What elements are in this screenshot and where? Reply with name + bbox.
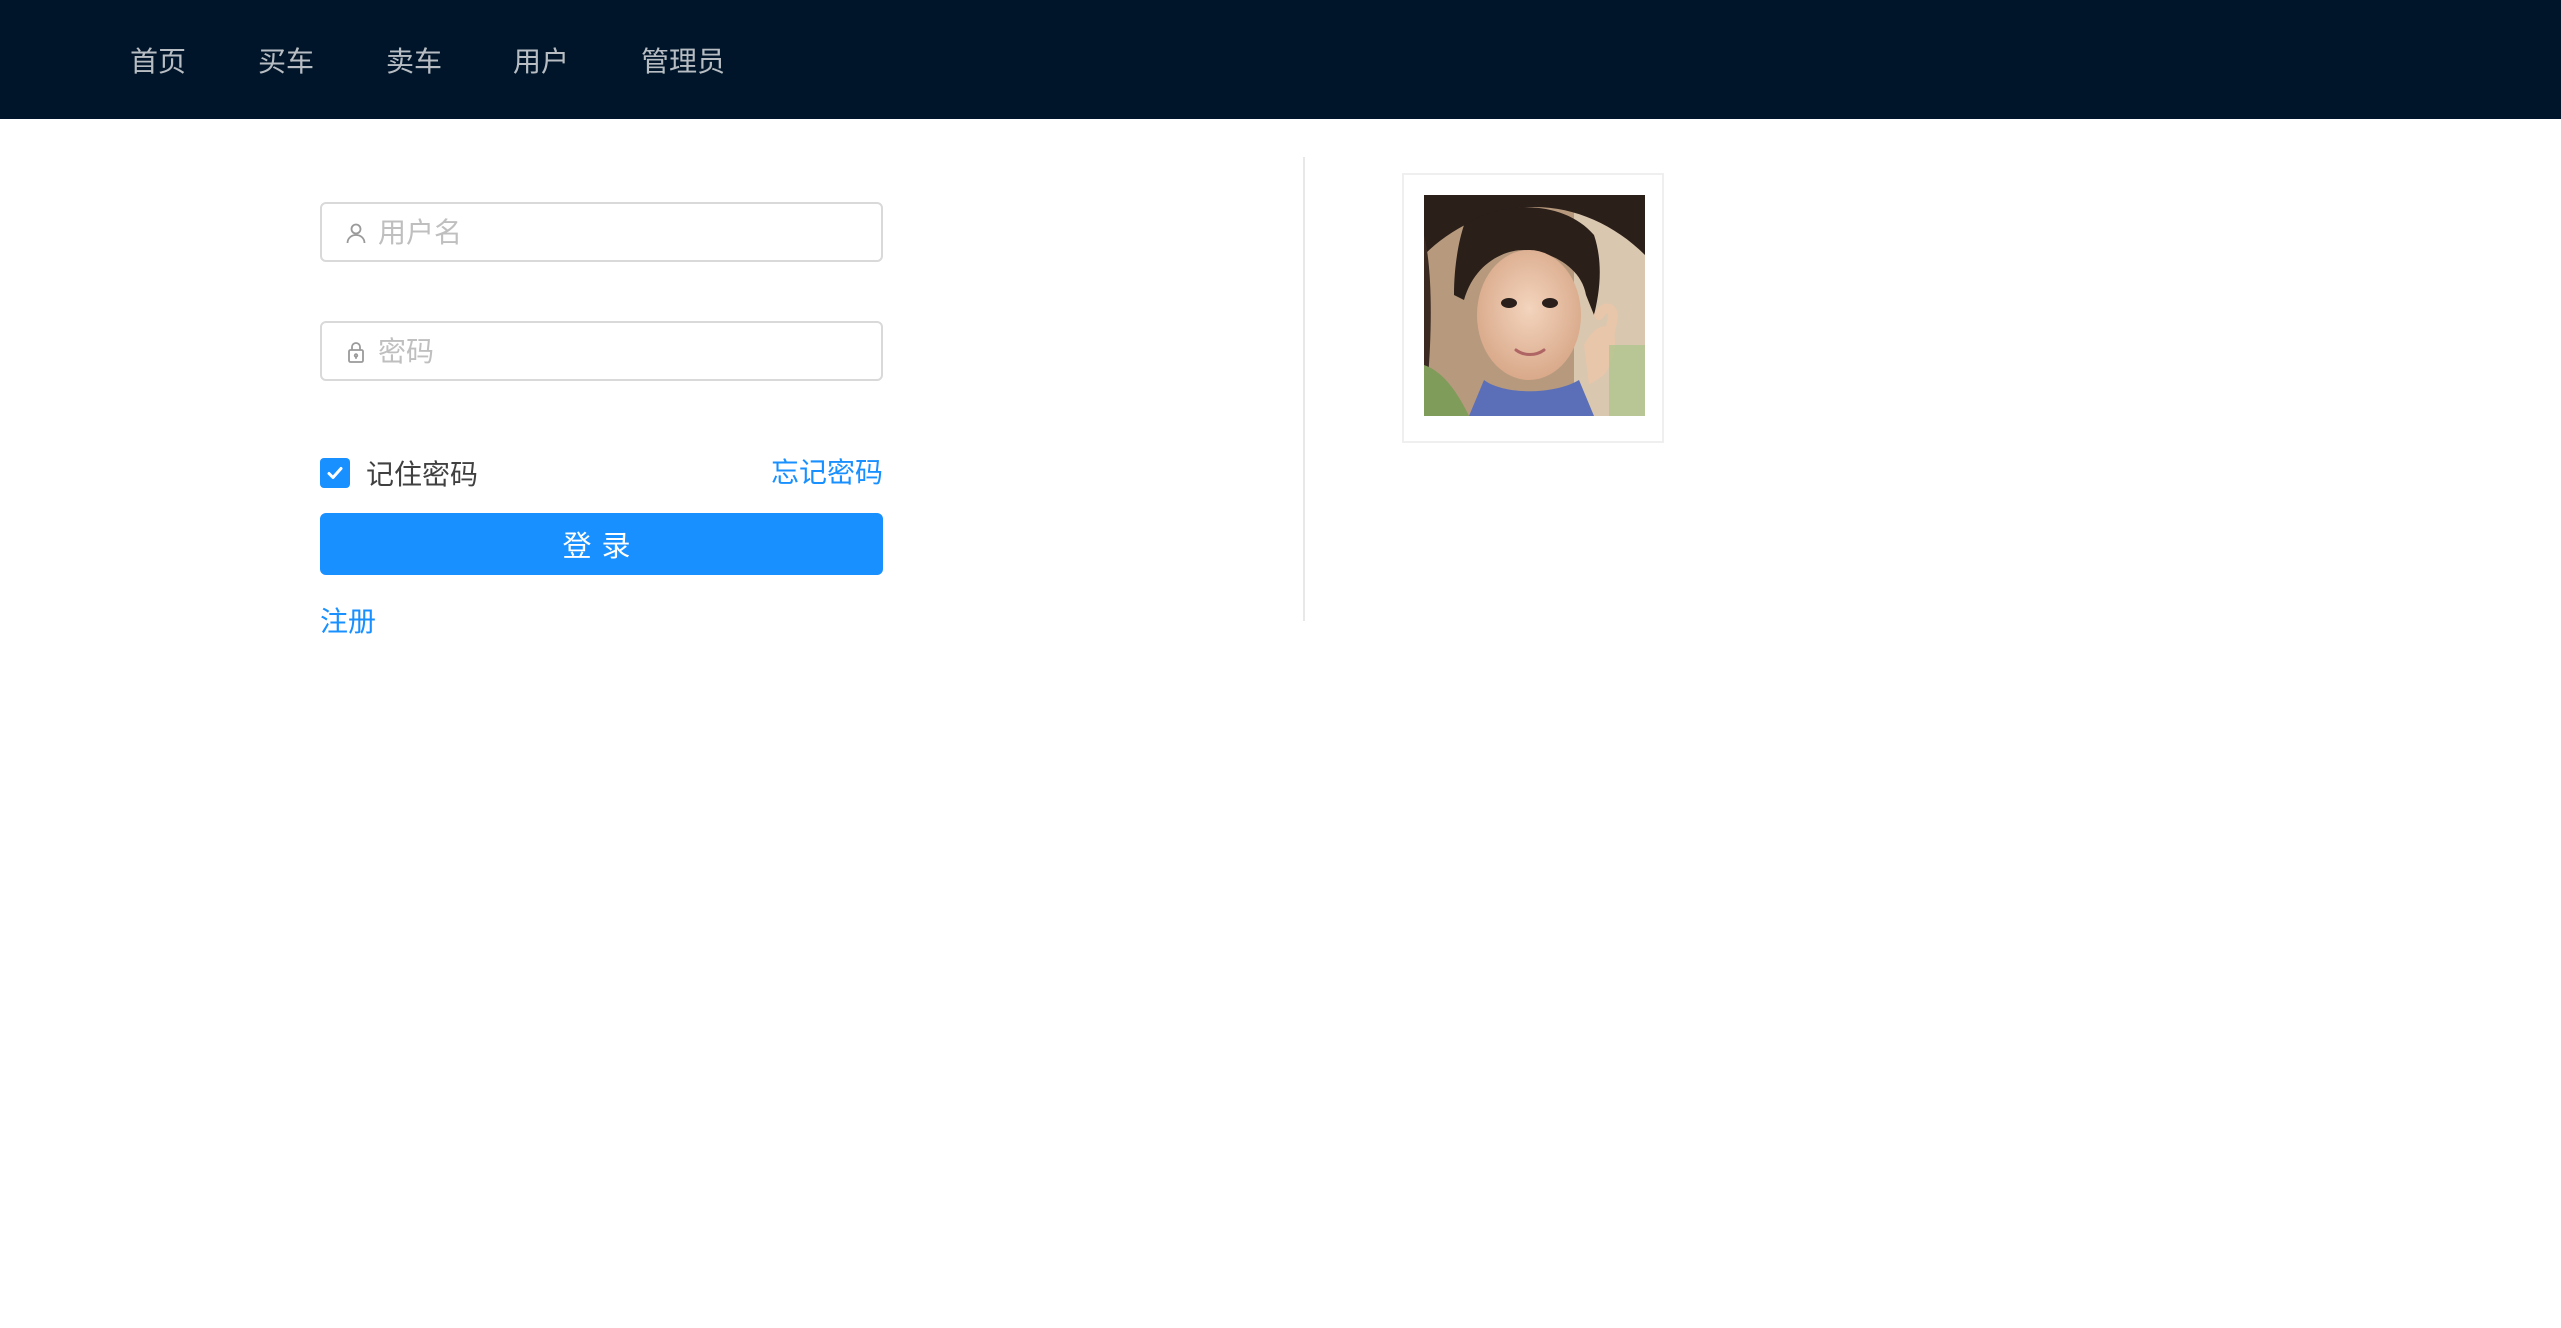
remember-password: 记住密码: [320, 456, 479, 491]
login-button-label: 登录: [562, 529, 641, 563]
lock-icon: [344, 340, 368, 364]
login-button[interactable]: 登录: [320, 513, 883, 575]
nav-item-label: 首页: [130, 44, 187, 78]
username-field[interactable]: [320, 202, 883, 262]
nav-item-label: 用户: [513, 44, 570, 78]
nav-item-buy-car[interactable]: 买车: [258, 0, 314, 119]
username-input[interactable]: [378, 210, 858, 254]
nav-item-label: 卖车: [386, 44, 443, 78]
top-navigation-bar: 首页 买车 卖车 用户 管理员: [0, 0, 2561, 119]
password-field[interactable]: [320, 321, 883, 381]
user-icon: [344, 221, 368, 245]
nav-item-home[interactable]: 首页: [130, 0, 186, 119]
avatar-card: [1402, 173, 1664, 443]
remember-label: 记住密码: [366, 458, 479, 491]
nav-item-admin[interactable]: 管理员: [641, 0, 725, 119]
forgot-password-link[interactable]: 忘记密码: [771, 456, 883, 490]
nav-item-user[interactable]: 用户: [513, 0, 569, 119]
nav-item-sell-car[interactable]: 卖车: [386, 0, 442, 119]
nav-item-label: 买车: [258, 44, 315, 78]
remember-checkbox[interactable]: [320, 458, 350, 488]
vertical-divider: [1303, 157, 1305, 621]
password-input[interactable]: [378, 329, 858, 373]
register-link[interactable]: 注册: [320, 600, 376, 640]
nav-item-label: 管理员: [641, 44, 726, 78]
check-icon: [327, 467, 343, 479]
avatar-photo: [1424, 195, 1645, 416]
